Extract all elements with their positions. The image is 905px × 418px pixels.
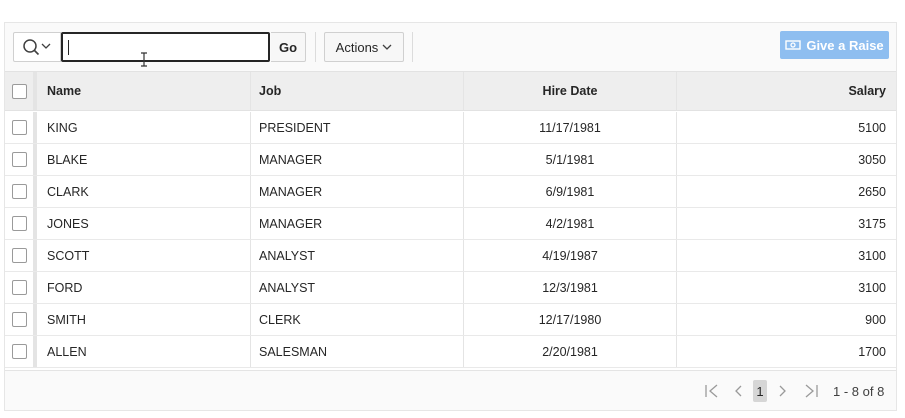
last-page-icon[interactable] [803, 381, 819, 401]
chevron-down-icon [382, 44, 392, 50]
cell-salary: 3100 [858, 248, 886, 263]
table-row[interactable]: KING PRESIDENT 11/17/1981 5100 [5, 112, 896, 144]
select-all-checkbox[interactable] [11, 83, 27, 99]
cell-hire-date: 2/20/1981 [464, 336, 677, 367]
give-a-raise-button[interactable]: Give a Raise [780, 31, 889, 59]
cell-job: MANAGER [251, 208, 464, 239]
cell-hire-date: 6/9/1981 [464, 176, 677, 207]
table-row[interactable]: SMITH CLERK 12/17/1980 900 [5, 304, 896, 336]
row-select-cell [5, 112, 37, 143]
cell-name: BLAKE [41, 144, 251, 175]
cell-name: CLARK [41, 176, 251, 207]
cell-salary: 1700 [858, 344, 886, 359]
grid-header: Name Job Hire Date Salary [5, 71, 896, 111]
previous-page-icon[interactable] [732, 381, 744, 401]
current-page: 1 [753, 380, 767, 402]
next-page-icon[interactable] [777, 381, 789, 401]
cell-name: ALLEN [41, 336, 251, 367]
cell-hire-date: 4/19/1987 [464, 240, 677, 271]
select-all-cell [5, 72, 37, 110]
table-row[interactable]: JONES MANAGER 4/2/1981 3175 [5, 208, 896, 240]
pagination-range: 1 - 8 of 8 [833, 383, 885, 399]
table-row[interactable]: ALLEN SALESMAN 2/20/1981 1700 [5, 336, 896, 368]
cell-job: PRESIDENT [251, 112, 464, 143]
cell-hire-date: 12/17/1980 [464, 304, 677, 335]
grid-footer: 1 1 - 8 of 8 [5, 370, 896, 410]
table-row[interactable]: SCOTT ANALYST 4/19/1987 3100 [5, 240, 896, 272]
search-icon [23, 39, 51, 56]
cell-job: MANAGER [251, 144, 464, 175]
row-checkbox[interactable] [11, 344, 27, 359]
cell-salary: 3100 [858, 280, 886, 295]
interactive-grid: Go Actions Give a Raise Name Job Hire Da… [4, 22, 897, 411]
table-row[interactable]: CLARK MANAGER 6/9/1981 2650 [5, 176, 896, 208]
row-checkbox[interactable] [11, 216, 27, 231]
cell-salary: 5100 [858, 120, 886, 135]
row-checkbox[interactable] [11, 184, 27, 199]
cell-job: ANALYST [251, 272, 464, 303]
cell-name: SMITH [41, 304, 251, 335]
row-select-cell [5, 336, 37, 367]
first-page-icon[interactable] [704, 381, 720, 401]
row-checkbox[interactable] [11, 120, 27, 135]
cell-salary: 2650 [858, 184, 886, 199]
search-column-menu[interactable] [13, 32, 61, 62]
cell-job: CLERK [251, 304, 464, 335]
cell-job: ANALYST [251, 240, 464, 271]
row-select-cell [5, 304, 37, 335]
cell-hire-date: 4/2/1981 [464, 208, 677, 239]
row-select-cell [5, 208, 37, 239]
cell-name: JONES [41, 208, 251, 239]
column-header-salary[interactable]: Salary [677, 72, 896, 110]
cell-hire-date: 5/1/1981 [464, 144, 677, 175]
cell-name: KING [41, 112, 251, 143]
row-checkbox[interactable] [11, 152, 27, 167]
give-a-raise-label: Give a Raise [806, 37, 884, 53]
row-select-cell [5, 144, 37, 175]
table-row[interactable]: FORD ANALYST 12/3/1981 3100 [5, 272, 896, 304]
cell-salary: 900 [865, 312, 886, 327]
table-row[interactable]: BLAKE MANAGER 5/1/1981 3050 [5, 144, 896, 176]
cell-hire-date: 12/3/1981 [464, 272, 677, 303]
cell-job: MANAGER [251, 176, 464, 207]
money-icon [785, 40, 802, 50]
text-cursor-icon [141, 52, 147, 67]
row-checkbox[interactable] [11, 280, 27, 295]
cell-hire-date: 11/17/1981 [464, 112, 677, 143]
cell-name: SCOTT [41, 240, 251, 271]
grid-toolbar: Go Actions Give a Raise [5, 23, 896, 71]
cell-salary: 3050 [858, 152, 886, 167]
row-select-cell [5, 176, 37, 207]
text-caret [68, 40, 69, 55]
cell-name: FORD [41, 272, 251, 303]
column-header-name[interactable]: Name [41, 72, 251, 110]
search-input[interactable] [61, 32, 270, 62]
cell-job: SALESMAN [251, 336, 464, 367]
cell-salary: 3175 [858, 216, 886, 231]
row-checkbox[interactable] [11, 312, 27, 327]
toolbar-divider [412, 32, 413, 62]
column-header-hire-date[interactable]: Hire Date [464, 72, 677, 110]
row-select-cell [5, 272, 37, 303]
actions-menu-button[interactable]: Actions [324, 32, 404, 62]
actions-label: Actions [335, 39, 379, 55]
toolbar-divider [315, 32, 316, 62]
chevron-down-icon [41, 43, 51, 49]
column-header-job[interactable]: Job [251, 72, 464, 110]
row-checkbox[interactable] [11, 248, 27, 263]
row-select-cell [5, 240, 37, 271]
go-button[interactable]: Go [271, 32, 306, 62]
